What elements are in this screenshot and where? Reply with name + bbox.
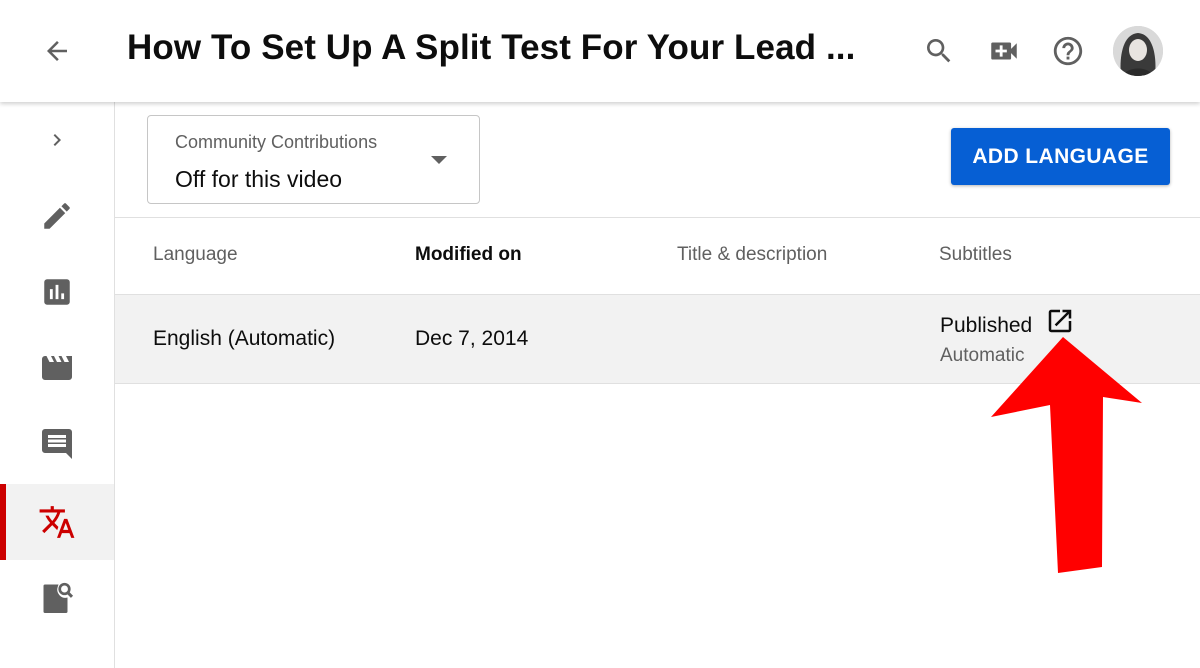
sidebar-item-copyright[interactable] — [0, 560, 114, 636]
community-contributions-label: Community Contributions — [175, 132, 378, 152]
search-button[interactable] — [918, 30, 960, 72]
column-header-subtitles[interactable]: Subtitles — [939, 244, 1012, 266]
sidebar-item-expand[interactable] — [0, 102, 114, 178]
community-contributions-dropdown[interactable]: Community Contributions Off for this vid… — [147, 115, 480, 204]
comment-icon — [42, 429, 72, 459]
top-header: How To Set Up A Split Test For Your Lead… — [0, 0, 1200, 102]
column-header-modified[interactable]: Modified on — [415, 244, 522, 266]
analytics-icon — [44, 279, 70, 305]
open-subtitles-link[interactable] — [1045, 306, 1075, 336]
sidebar-item-comments[interactable] — [0, 406, 114, 482]
create-video-icon — [991, 42, 1017, 60]
help-icon — [1053, 36, 1083, 66]
sidebar-item-details[interactable] — [0, 178, 114, 254]
avatar[interactable] — [1113, 26, 1163, 76]
row-subtitles-type: Automatic — [940, 345, 1025, 366]
dropdown-arrow-icon — [431, 156, 447, 164]
page-title: How To Set Up A Split Test For Your Lead… — [127, 28, 856, 67]
back-arrow-icon — [47, 41, 67, 61]
clapperboard-icon — [42, 356, 72, 380]
row-language: English (Automatic) — [153, 327, 336, 350]
left-sidebar — [0, 102, 115, 668]
avatar-image — [1113, 26, 1163, 76]
add-language-button[interactable]: ADD LANGUAGE — [951, 128, 1170, 185]
community-contributions-value: Off for this video — [175, 166, 343, 192]
row-modified-date: Dec 7, 2014 — [415, 327, 529, 350]
search-icon — [927, 39, 951, 63]
column-header-language[interactable]: Language — [153, 244, 238, 266]
sidebar-item-subtitles[interactable] — [0, 484, 114, 560]
create-video-button[interactable] — [983, 30, 1025, 72]
column-header-title-description[interactable]: Title & description — [677, 244, 827, 266]
open-in-new-icon — [1048, 309, 1072, 333]
copyright-search-icon — [43, 582, 74, 613]
translate-icon — [39, 506, 75, 538]
pencil-icon — [44, 203, 70, 229]
sidebar-item-analytics[interactable] — [0, 254, 114, 330]
help-button[interactable] — [1047, 30, 1089, 72]
row-subtitles-status: Published — [940, 314, 1033, 337]
back-button[interactable] — [36, 30, 78, 72]
chevron-right-icon — [53, 134, 61, 146]
toolbar-divider — [115, 217, 1200, 218]
sidebar-item-editor[interactable] — [0, 330, 114, 406]
